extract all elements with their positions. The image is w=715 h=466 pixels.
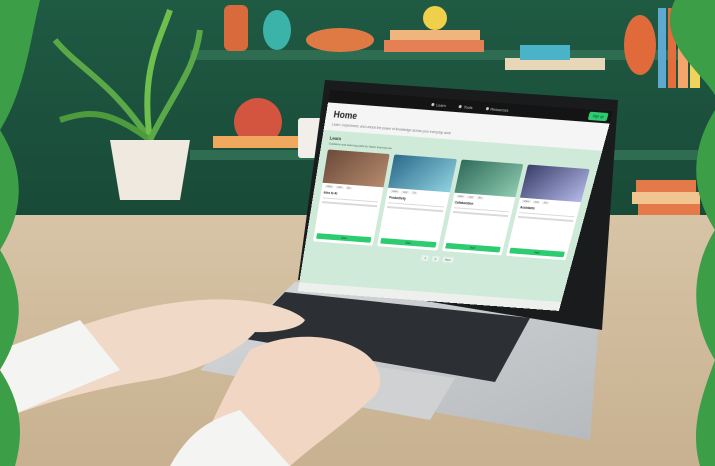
books-icon	[390, 30, 480, 40]
tab-resources[interactable]: Resources	[485, 105, 509, 112]
text-line	[387, 206, 443, 212]
book-icon	[431, 102, 435, 106]
card-start-button[interactable]: Start	[316, 233, 372, 243]
tab-learn[interactable]: Learn	[431, 101, 447, 108]
vase-icon	[624, 15, 656, 75]
books-icon	[658, 8, 666, 88]
chip: video	[390, 189, 400, 194]
tab-label: Learn	[435, 101, 447, 108]
bowl-icon	[306, 28, 374, 52]
wrench-icon	[458, 104, 463, 108]
card-thumbnail	[454, 159, 524, 198]
course-card[interactable]: video new 5m Intro to AI Start	[313, 149, 390, 246]
text-line	[452, 210, 509, 217]
books-icon	[632, 192, 700, 204]
chip: new	[466, 195, 476, 200]
tab-label: Tools	[463, 103, 474, 110]
learn-section: Learn Guidance and learning paths for fa…	[299, 129, 603, 303]
books-icon	[384, 40, 484, 52]
page-2-button[interactable]: 2	[431, 255, 440, 262]
card-start-button[interactable]: Start	[380, 237, 437, 248]
vase-icon	[263, 10, 291, 50]
chip: new	[400, 190, 410, 195]
chip: 9m	[476, 196, 484, 200]
chip: video	[455, 194, 466, 199]
tab-label: Resources	[490, 105, 510, 113]
card-start-button[interactable]: Start	[444, 242, 501, 253]
card-thumbnail	[388, 154, 457, 193]
books-icon	[636, 180, 696, 192]
page-1-button[interactable]: 1	[421, 255, 430, 262]
card-start-button[interactable]: Start	[508, 247, 565, 258]
text-line	[322, 201, 378, 207]
folder-icon	[485, 106, 490, 110]
books-icon	[213, 136, 298, 148]
next-page-button[interactable]: Next	[441, 256, 454, 263]
vase-icon	[224, 5, 248, 51]
box-icon	[520, 45, 570, 60]
card-thumbnail	[322, 149, 390, 188]
chip: video	[521, 199, 532, 204]
card-thumbnail	[519, 164, 590, 203]
chip: 6m	[541, 201, 550, 205]
tab-tools[interactable]: Tools	[458, 103, 474, 110]
chip: video	[324, 184, 335, 189]
signup-button[interactable]: Sign up	[587, 111, 609, 122]
text-line	[517, 215, 574, 222]
chip: new	[335, 185, 344, 190]
card-list: video new 5m Intro to AI Start video new…	[313, 149, 590, 261]
books-icon	[638, 204, 700, 216]
chip: 7m	[410, 191, 418, 195]
chip: 5m	[344, 186, 353, 190]
chip: new	[532, 200, 541, 204]
figurine-icon	[423, 6, 447, 30]
laptop-screen-app: Learn Tools Resources Sign up Home Learn…	[297, 90, 613, 311]
